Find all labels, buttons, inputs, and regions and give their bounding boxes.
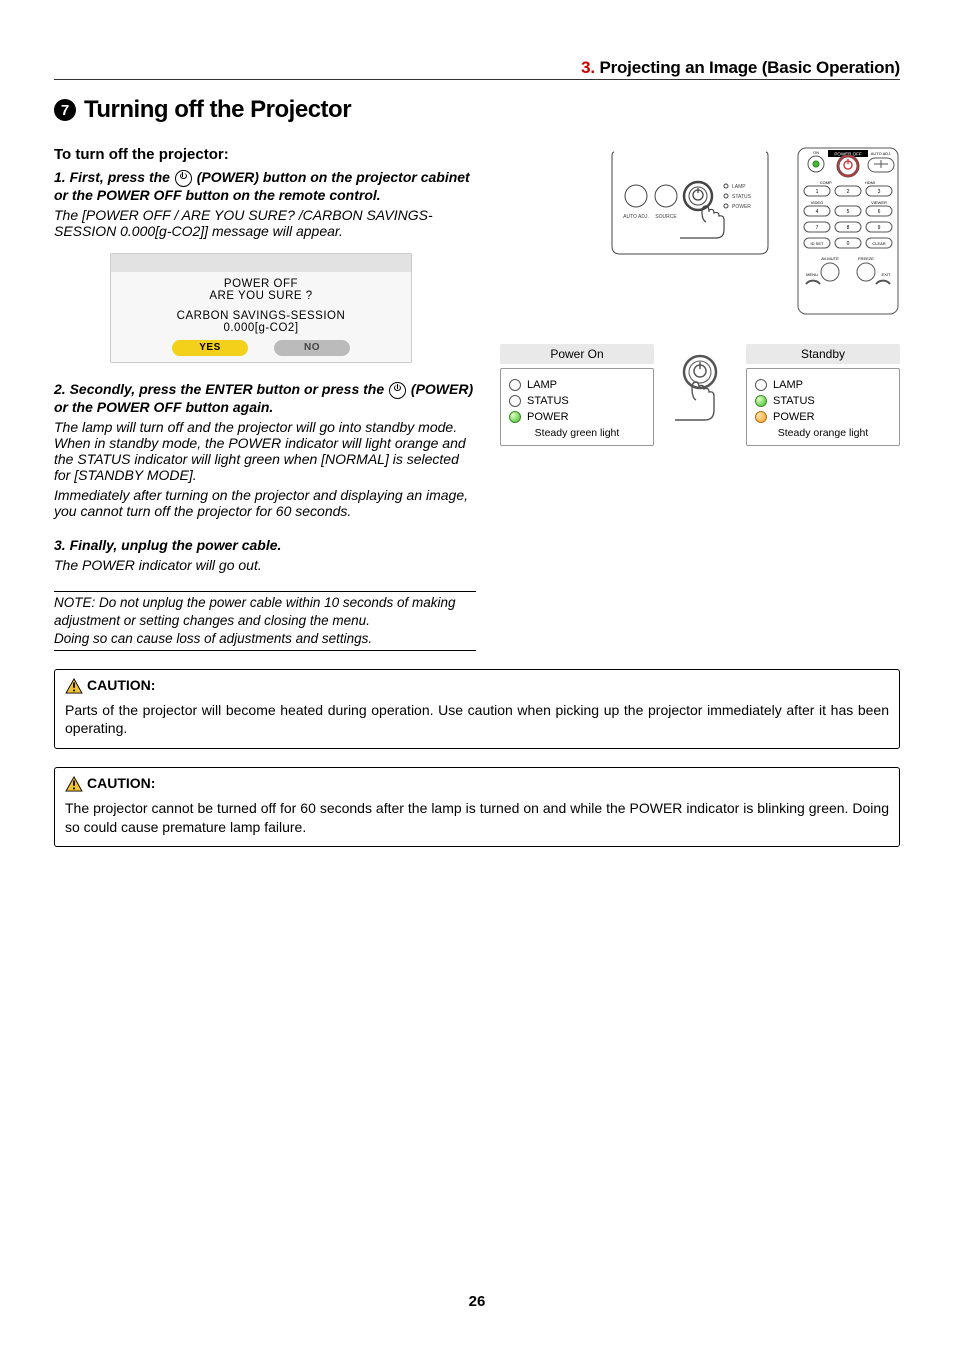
step2-desc1: The lamp will turn off and the projector… [54, 419, 476, 483]
remote-illustration: ON POWER OFF AUTO ADJ. COMP. HDMI 1 [796, 146, 900, 316]
svg-text:VIEWER: VIEWER [871, 200, 887, 205]
standby-footer: Steady orange light [755, 427, 891, 439]
svg-text:8: 8 [847, 225, 850, 231]
svg-text:4: 4 [816, 209, 819, 215]
step1-desc: The [POWER OFF / ARE YOU SURE? /CARBON S… [54, 207, 476, 239]
step1-lead: 1. [54, 169, 66, 185]
lamp-led-off [509, 379, 521, 391]
chapter-title: Projecting an Image (Basic Operation) [599, 58, 900, 77]
chapter-header: 3. Projecting an Image (Basic Operation) [54, 58, 900, 80]
svg-text:0: 0 [847, 241, 850, 247]
svg-text:2: 2 [847, 189, 850, 195]
svg-text:EXIT: EXIT [882, 272, 891, 277]
step2-text-a: Secondly, press the ENTER button or pres… [70, 381, 385, 397]
note-line2: Doing so can cause loss of adjustments a… [54, 630, 476, 648]
poweron-header: Power On [500, 344, 654, 364]
svg-text:SOURCE: SOURCE [655, 214, 677, 220]
svg-text:6: 6 [878, 209, 881, 215]
section-bullet: 7 [54, 99, 76, 121]
lamp-led-off [755, 379, 767, 391]
state-comparison: Power On LAMP STATUS POWER Steady green … [500, 344, 900, 446]
caution1-text: Parts of the projector will become heate… [65, 701, 889, 739]
svg-text:FREEZE: FREEZE [858, 256, 874, 261]
note-block: NOTE: Do not unplug the power cable with… [54, 591, 476, 652]
chapter-number: 3. [581, 58, 595, 77]
svg-text:1: 1 [816, 189, 819, 195]
svg-text:AUTO ADJ.: AUTO ADJ. [871, 151, 892, 156]
svg-text:COMP.: COMP. [820, 180, 833, 185]
power-icon [175, 170, 192, 187]
intro-heading: To turn off the projector: [54, 146, 476, 163]
standby-header: Standby [746, 344, 900, 364]
svg-text:7: 7 [816, 225, 819, 231]
svg-text:AV-MUTE: AV-MUTE [821, 256, 839, 261]
caution1-label: CAUTION: [87, 676, 155, 695]
svg-text:ID SET: ID SET [811, 241, 824, 246]
dialog-yes-button[interactable]: YES [172, 340, 248, 356]
caution-box-2: CAUTION: The projector cannot be turned … [54, 767, 900, 847]
svg-text:ON: ON [813, 150, 819, 155]
warning-icon [65, 776, 83, 792]
caution2-text: The projector cannot be turned off for 6… [65, 799, 889, 837]
dialog-line4: 0.000[g-CO2] [111, 322, 411, 334]
poweroff-dialog: POWER OFF ARE YOU SURE ? CARBON SAVINGS-… [110, 253, 412, 363]
press-power-illustration [670, 350, 730, 440]
caution-box-1: CAUTION: Parts of the projector will bec… [54, 669, 900, 749]
svg-text:CLEAR: CLEAR [872, 241, 885, 246]
note-line1: NOTE: Do not unplug the power cable with… [54, 594, 476, 630]
poweron-footer: Steady green light [509, 427, 645, 439]
status-led-off [509, 395, 521, 407]
svg-text:5: 5 [847, 209, 850, 215]
step2-lead: 2. [54, 381, 66, 397]
power-led-orange [755, 411, 767, 423]
svg-text:AUTO ADJ.: AUTO ADJ. [623, 214, 649, 220]
svg-text:3: 3 [878, 189, 881, 195]
dialog-line2: ARE YOU SURE ? [111, 290, 411, 302]
section-title: Turning off the Projector [84, 96, 351, 124]
page-number: 26 [0, 1293, 954, 1310]
dialog-line3: CARBON SAVINGS-SESSION [111, 310, 411, 322]
step2-desc2: Immediately after turning on the project… [54, 487, 476, 519]
svg-text:LAMP: LAMP [732, 184, 746, 190]
dialog-no-button[interactable]: NO [274, 340, 350, 356]
svg-text:POWER: POWER [732, 204, 751, 210]
svg-text:VIDEO: VIDEO [811, 200, 823, 205]
power-icon [389, 382, 406, 399]
svg-text:STATUS: STATUS [732, 194, 752, 200]
step1-text-a: First, press the [70, 169, 170, 185]
step3-text: Finally, unplug the power cable. [70, 537, 282, 553]
dialog-line1: POWER OFF [111, 278, 411, 290]
power-led-green [509, 411, 521, 423]
svg-text:MENU: MENU [806, 272, 818, 277]
projector-panel-illustration: AUTO ADJ. SOURCE LAMP STATUS POWER [610, 146, 770, 258]
step3-desc: The POWER indicator will go out. [54, 557, 476, 573]
caution2-label: CAUTION: [87, 774, 155, 793]
warning-icon [65, 678, 83, 694]
status-led-green [755, 395, 767, 407]
svg-text:HDMI: HDMI [865, 180, 875, 185]
step3-lead: 3. [54, 537, 66, 553]
svg-text:9: 9 [878, 225, 881, 231]
